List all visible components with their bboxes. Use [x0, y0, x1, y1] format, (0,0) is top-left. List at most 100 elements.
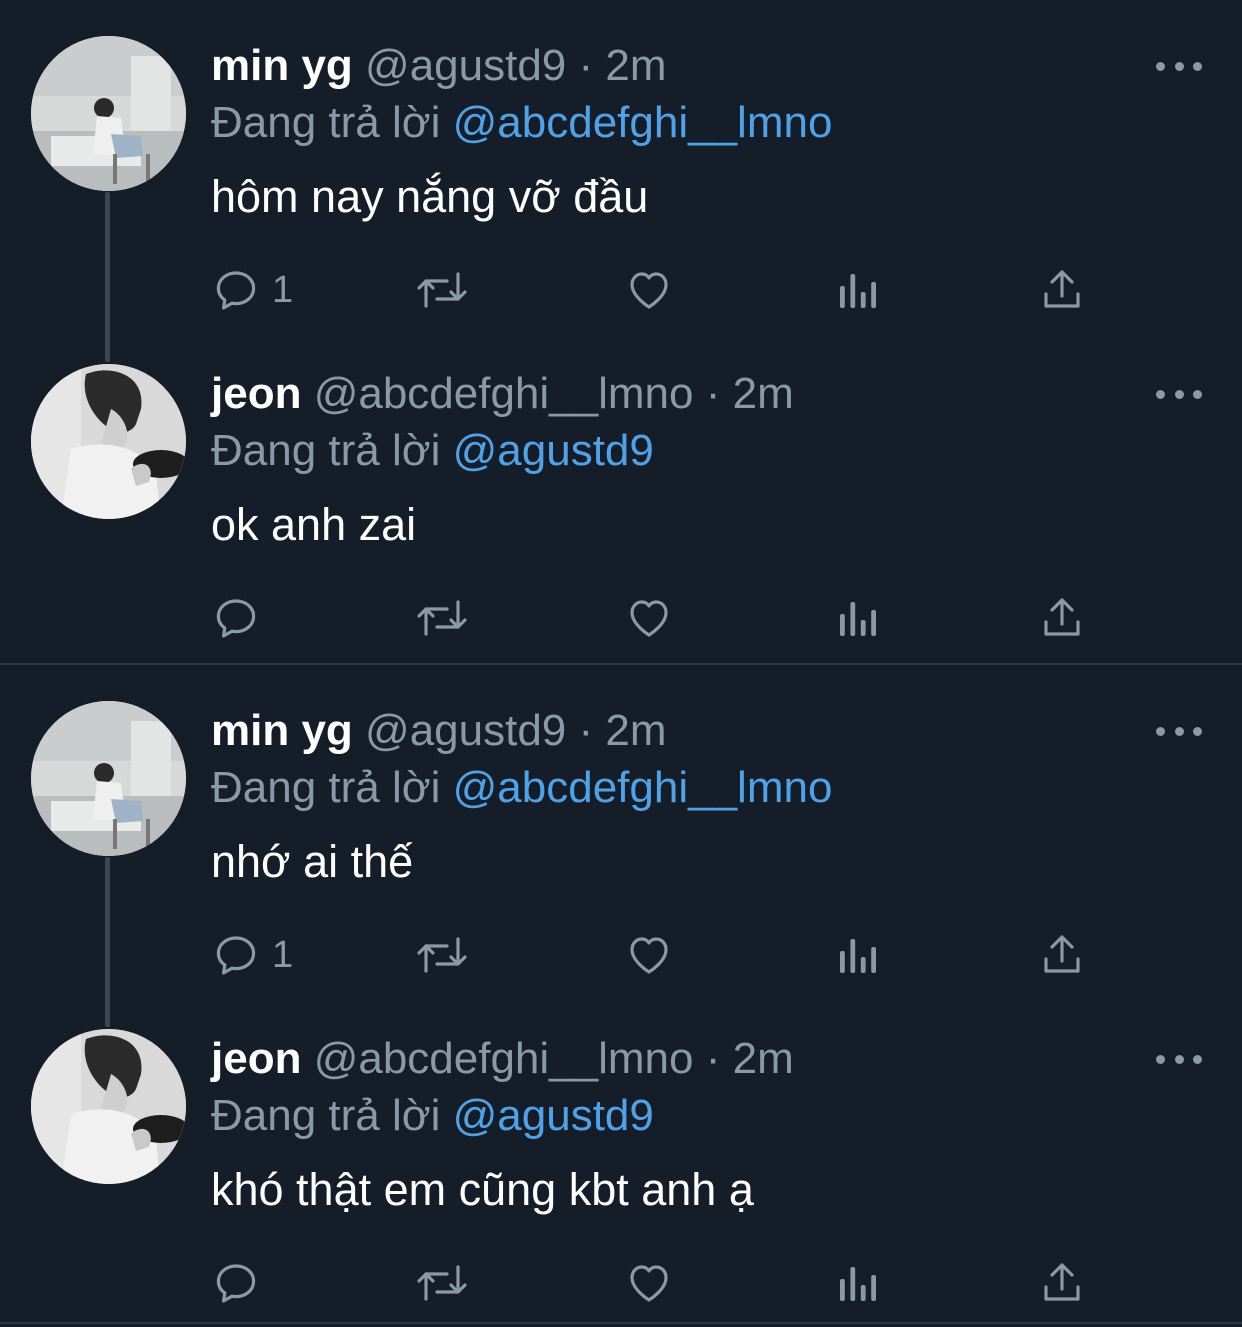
reply-button[interactable]: [212, 592, 272, 644]
tweet-text: khó thật em cũng kbt anh ạ: [211, 1164, 754, 1215]
like-button[interactable]: [625, 592, 673, 644]
reply-count: 1: [272, 268, 294, 311]
analytics-icon: [840, 602, 876, 636]
views-button[interactable]: [834, 264, 878, 316]
tweet[interactable]: min yg @agustd9 · 2m Đang trả lời @abcde…: [0, 665, 1242, 993]
replying-to: Đang trả lời @abcdefghi__lmno: [211, 760, 832, 816]
conversation-thread: min yg @agustd9 · 2m Đang trả lời @abcde…: [0, 0, 1242, 664]
reply-icon: [216, 1264, 256, 1303]
reply-button[interactable]: 1: [212, 264, 293, 316]
replying-to: Đang trả lời @agustd9: [211, 1088, 654, 1144]
replying-to-label: Đang trả lời: [211, 98, 441, 147]
replying-to: Đang trả lời @agustd9: [211, 423, 654, 479]
like-button[interactable]: [625, 1257, 673, 1309]
display-name[interactable]: jeon: [211, 1034, 301, 1083]
like-button[interactable]: [625, 929, 673, 981]
avatar[interactable]: [31, 36, 186, 191]
separator-dot: ·: [578, 706, 594, 755]
more-options-icon[interactable]: [1156, 386, 1202, 402]
tweet[interactable]: jeon @abcdefghi__lmno · 2m Đang trả lời …: [0, 993, 1242, 1321]
user-handle[interactable]: @agustd9: [365, 41, 566, 90]
reply-button[interactable]: [212, 1257, 272, 1309]
share-button[interactable]: [1038, 264, 1086, 316]
tweet-header: min yg @agustd9 · 2m: [211, 38, 667, 94]
reply-icon: [216, 936, 256, 975]
heart-icon: [630, 937, 668, 974]
retweet-button[interactable]: [414, 929, 470, 981]
retweet-button[interactable]: [414, 592, 470, 644]
heart-icon: [630, 272, 668, 309]
share-icon: [1044, 935, 1080, 973]
retweet-button[interactable]: [414, 1257, 470, 1309]
avatar[interactable]: [31, 364, 186, 519]
thread-divider: [0, 1322, 1242, 1324]
tweet[interactable]: min yg @agustd9 · 2m Đang trả lời @abcde…: [0, 0, 1242, 328]
like-button[interactable]: [625, 264, 673, 316]
tweet-header: jeon @abcdefghi__lmno · 2m: [211, 366, 794, 422]
replying-to-handle-link[interactable]: @agustd9: [453, 1091, 654, 1140]
heart-icon: [630, 600, 668, 637]
user-handle[interactable]: @agustd9: [365, 706, 566, 755]
tweet[interactable]: jeon @abcdefghi__lmno · 2m Đang trả lời …: [0, 328, 1242, 656]
display-name[interactable]: min yg: [211, 706, 353, 755]
reply-button[interactable]: 1: [212, 929, 293, 981]
avatar[interactable]: [31, 701, 186, 856]
views-button[interactable]: [834, 929, 878, 981]
tweet-actions: [212, 592, 1092, 644]
timestamp[interactable]: 2m: [733, 369, 794, 418]
retweet-button[interactable]: [414, 264, 470, 316]
avatar[interactable]: [31, 1029, 186, 1184]
avatar-photo-icon: [31, 364, 186, 519]
conversation-thread: min yg @agustd9 · 2m Đang trả lời @abcde…: [0, 665, 1242, 1325]
heart-icon: [630, 1265, 668, 1302]
user-handle[interactable]: @abcdefghi__lmno: [314, 1034, 694, 1083]
tweet-text: nhớ ai thế: [211, 836, 414, 887]
retweet-icon: [417, 937, 467, 973]
replying-to-handle-link[interactable]: @abcdefghi__lmno: [453, 763, 833, 812]
reply-icon: [216, 599, 256, 638]
display-name[interactable]: jeon: [211, 369, 301, 418]
share-button[interactable]: [1038, 1257, 1086, 1309]
timestamp[interactable]: 2m: [733, 1034, 794, 1083]
replying-to-handle-link[interactable]: @agustd9: [453, 426, 654, 475]
reply-count: 1: [272, 933, 294, 976]
views-button[interactable]: [834, 1257, 878, 1309]
replying-to-label: Đang trả lời: [211, 763, 441, 812]
share-button[interactable]: [1038, 592, 1086, 644]
avatar-photo-icon: [31, 1029, 186, 1184]
separator-dot: ·: [705, 369, 721, 418]
retweet-icon: [417, 600, 467, 636]
views-button[interactable]: [834, 592, 878, 644]
share-icon: [1044, 598, 1080, 636]
analytics-icon: [840, 274, 876, 308]
tweet-text: hôm nay nắng vỡ đầu: [211, 171, 649, 222]
more-options-icon[interactable]: [1156, 1051, 1202, 1067]
avatar-photo-icon: [31, 36, 186, 191]
separator-dot: ·: [578, 41, 594, 90]
tweet-actions: [212, 1257, 1092, 1309]
replying-to-handle-link[interactable]: @abcdefghi__lmno: [453, 98, 833, 147]
share-icon: [1044, 1263, 1080, 1301]
tweet-header: jeon @abcdefghi__lmno · 2m: [211, 1031, 794, 1087]
timestamp[interactable]: 2m: [605, 41, 666, 90]
avatar-photo-icon: [31, 701, 186, 856]
tweet-text: ok anh zai: [211, 499, 417, 550]
user-handle[interactable]: @abcdefghi__lmno: [314, 369, 694, 418]
tweet-header: min yg @agustd9 · 2m: [211, 703, 667, 759]
replying-to: Đang trả lời @abcdefghi__lmno: [211, 95, 832, 151]
retweet-icon: [417, 1265, 467, 1301]
more-options-icon[interactable]: [1156, 723, 1202, 739]
timestamp[interactable]: 2m: [605, 706, 666, 755]
share-button[interactable]: [1038, 929, 1086, 981]
retweet-icon: [417, 272, 467, 308]
tweet-actions: 1: [212, 929, 1092, 981]
more-options-icon[interactable]: [1156, 58, 1202, 74]
replying-to-label: Đang trả lời: [211, 426, 441, 475]
analytics-icon: [840, 1267, 876, 1301]
separator-dot: ·: [705, 1034, 721, 1083]
analytics-icon: [840, 939, 876, 973]
display-name[interactable]: min yg: [211, 41, 353, 90]
share-icon: [1044, 270, 1080, 308]
tweet-actions: 1: [212, 264, 1092, 316]
replying-to-label: Đang trả lời: [211, 1091, 441, 1140]
